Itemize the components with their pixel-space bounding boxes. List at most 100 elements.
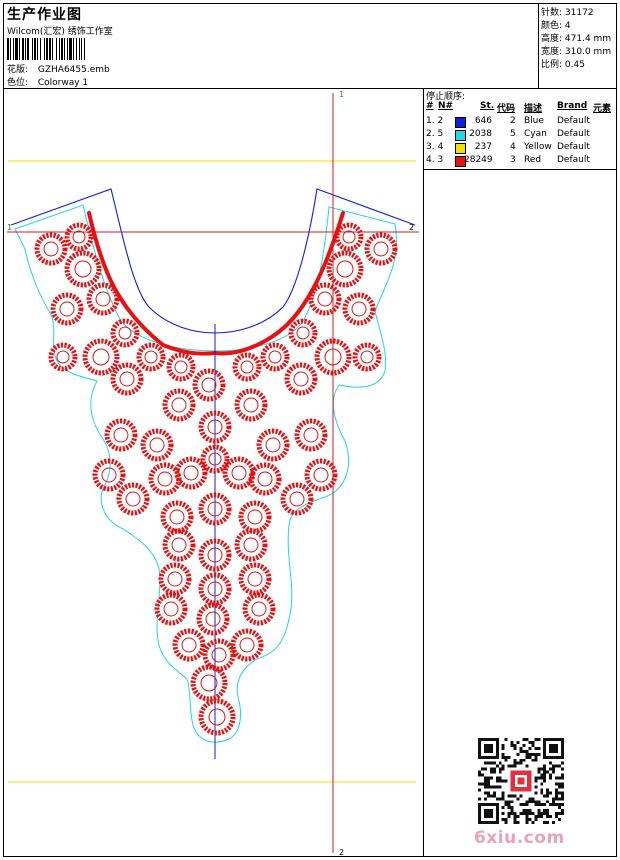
thread-no: 3. 4 [426, 142, 444, 152]
red-ring [162, 388, 196, 422]
qr-module [486, 794, 490, 798]
h-guide-end-label: 2 [409, 223, 414, 232]
qr-module [543, 779, 547, 783]
red-ring [86, 282, 120, 316]
qr-module [489, 767, 493, 771]
qr-module [525, 815, 529, 819]
qr-module [552, 770, 556, 774]
red-ring-inner [351, 301, 367, 317]
qr-module [492, 794, 496, 798]
qr-module [522, 738, 526, 741]
qr-module [486, 761, 490, 765]
qr-module [513, 743, 517, 747]
qr-module [513, 758, 517, 762]
qr-module [531, 797, 535, 801]
red-ring-inner [240, 360, 254, 374]
qr-module [501, 743, 505, 747]
qr-module [543, 794, 547, 798]
qr-module [483, 779, 487, 783]
qr-module [546, 821, 550, 824]
red-ring-inner [171, 537, 187, 553]
red-ring-inner [208, 708, 226, 726]
qr-module [513, 761, 517, 765]
qr-module [558, 791, 562, 795]
red-ring-inner [303, 427, 319, 443]
red-ring [342, 292, 376, 326]
red-ring-inner [247, 509, 263, 525]
qr-module [549, 773, 553, 777]
red-ring-inner [243, 537, 259, 553]
qr-module [540, 767, 544, 771]
thread-stitches: 646 [474, 116, 492, 126]
qr-module [507, 812, 511, 816]
red-ring-inner [296, 326, 310, 340]
qr-module [522, 803, 526, 807]
color-swatch [455, 156, 466, 167]
qr-module [519, 758, 523, 762]
thread-code: 5 [510, 129, 516, 139]
qr-module [549, 815, 553, 819]
red-ring [148, 462, 182, 496]
qr-module [516, 740, 520, 744]
qr-module [552, 803, 556, 807]
qr-module [516, 815, 520, 819]
red-ring-inner [95, 291, 111, 307]
red-ring [288, 318, 318, 348]
qr-module [478, 770, 481, 774]
red-ring-inner [336, 260, 354, 278]
red-ring-inner [125, 491, 141, 507]
red-ring [166, 352, 196, 382]
qr-module [486, 776, 490, 780]
qr-module [486, 785, 490, 789]
col-stitches: St. [480, 101, 495, 111]
qr-module [561, 797, 564, 801]
qr-module [478, 797, 481, 801]
company-name: Wilcom(汇宏) 绣饰工作室 [7, 27, 113, 37]
qr-module [510, 806, 514, 810]
stat-value: 0.45 [564, 60, 585, 70]
qr-module [537, 752, 541, 756]
qr-module [546, 791, 550, 795]
h-guide-start-label: 1 [7, 223, 12, 232]
red-ring-inner [247, 571, 263, 587]
red-ring [334, 222, 364, 252]
qr-module [501, 794, 505, 798]
qr-module [507, 806, 511, 810]
qr-module [510, 809, 514, 813]
thread-brand: Default [557, 155, 590, 165]
embroidery-preview: 1 2 1 2 [7, 90, 419, 857]
qr-module [507, 803, 511, 807]
v-guide-end-label: 2 [339, 848, 344, 857]
qr-module [510, 764, 514, 768]
qr-module [501, 755, 505, 759]
qr-module [495, 785, 499, 789]
col-code: 代码 [497, 104, 516, 114]
qr-module [534, 818, 538, 822]
colorway-row: 色位: Colorway 1 [7, 75, 88, 88]
qr-module [546, 812, 550, 816]
red-ring-inner [59, 301, 75, 317]
red-ring [260, 342, 290, 372]
qr-module [507, 755, 511, 759]
qr-module [519, 794, 523, 798]
qr-module [543, 773, 547, 777]
qr-module [558, 812, 562, 816]
color-swatch [455, 117, 466, 128]
qr-module [531, 743, 535, 747]
qr-module [498, 785, 502, 789]
red-ring [104, 418, 138, 452]
qr-module [513, 812, 517, 816]
thread-no: 4. 3 [426, 155, 444, 165]
thread-brand: Default [557, 142, 590, 152]
red-ring-inner [92, 348, 110, 366]
qr-module [534, 758, 538, 762]
qr-module [489, 776, 493, 780]
thread-row: 2. 5 2038 5 Cyan Default [424, 129, 616, 142]
qr-module [498, 797, 502, 801]
qr-module [531, 821, 535, 824]
qr-module [528, 752, 532, 756]
qr-module [501, 752, 505, 756]
v-guide-start-label: 1 [339, 90, 344, 99]
red-ring-inner [293, 371, 309, 387]
qr-module [531, 752, 535, 756]
